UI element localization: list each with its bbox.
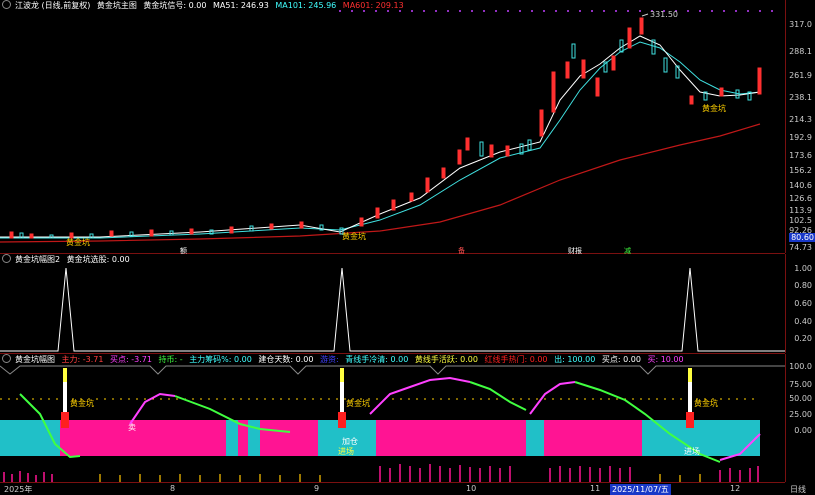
volume-bars <box>3 464 759 482</box>
y-tick: 238.1 <box>789 93 812 102</box>
sell-label: 卖 <box>128 423 136 432</box>
band-blocks <box>0 420 760 456</box>
x-label: 10 <box>466 484 477 493</box>
panel3-axis: 100.0 75.00 50.00 25.00 0.00 <box>785 354 815 482</box>
golden-pit-label-3: 黄金坑 <box>702 103 726 113</box>
entry-label-2: 进场 <box>684 447 700 456</box>
y-tick: 25.00 <box>789 410 812 419</box>
period-label[interactable]: 日线 <box>790 484 806 495</box>
x-label: 9 <box>314 484 320 493</box>
x-label: 12 <box>730 484 741 493</box>
y-tick: 261.9 <box>789 71 812 80</box>
y-tick: 156.2 <box>789 166 812 175</box>
osc-golden-pit-3: 黄金坑 <box>694 398 718 408</box>
y-tick: 0.80 <box>794 281 812 290</box>
x-label: 11 <box>590 484 601 493</box>
oscillator-chart: 黄金坑 黄金坑 黄金坑 加仓 进场 进场 卖 <box>0 365 785 482</box>
y-tick: 75.00 <box>789 380 812 389</box>
y-tick: 1.00 <box>794 264 812 273</box>
y-tick: 74.73 <box>789 243 812 252</box>
x-label: 8 <box>170 484 176 493</box>
ma601-line <box>0 123 761 243</box>
ma51-line <box>0 35 761 238</box>
add-position-label: 加仓 <box>342 436 358 446</box>
screening-panel[interactable]: 黄金坑幅图2 黄金坑选股: 0.00 <box>0 254 785 354</box>
y-tick: 113.9 <box>789 206 812 215</box>
y-tick: 0.40 <box>794 317 812 326</box>
candlestick-chart[interactable]: 331.50 黄金坑 黄金坑 黄金坑 额 备 财报 减 <box>0 0 785 255</box>
cursor-date-label: 2025/11/07/五 <box>610 484 671 495</box>
y-tick: 102.5 <box>789 216 812 225</box>
y-tick: 317.0 <box>789 20 812 29</box>
entry-label-1: 进场 <box>338 447 354 456</box>
golden-pit-label-2: 黄金坑 <box>342 231 366 241</box>
y-tick: 173.6 <box>789 151 812 160</box>
y-tick: 0.00 <box>794 426 812 435</box>
signal-line <box>0 267 785 352</box>
osc-golden-pit-1: 黄金坑 <box>70 398 94 408</box>
x-label: 2025年 <box>4 485 33 494</box>
y-tick: 192.9 <box>789 133 812 142</box>
high-price-label: 331.50 <box>650 10 678 19</box>
panel2-axis: 1.00 0.80 0.60 0.40 0.20 <box>785 254 815 353</box>
golden-pit-label-1: 黄金坑 <box>66 237 90 247</box>
y-tick: 100.0 <box>789 362 812 371</box>
top-markers <box>339 10 773 12</box>
candles <box>9 17 762 239</box>
oscillator-panel[interactable]: 黄金坑幅图 主力: -3.71 买点: -3.71 持币: - 主力筹码%: 0… <box>0 354 785 483</box>
y-tick: 0.20 <box>794 334 812 343</box>
screening-signal-chart <box>0 267 785 352</box>
osc-golden-pit-2: 黄金坑 <box>346 398 370 408</box>
current-price-box: 80.60 <box>789 233 815 242</box>
y-tick: 0.60 <box>794 299 812 308</box>
main-price-axis: 317.0 288.1 261.9 238.1 214.3 192.9 173.… <box>785 0 815 253</box>
y-tick: 126.6 <box>789 194 812 203</box>
ma101-line <box>0 41 761 239</box>
y-tick: 288.1 <box>789 47 812 56</box>
y-tick: 140.6 <box>789 181 812 190</box>
y-tick: 50.00 <box>789 394 812 403</box>
y-tick: 214.3 <box>789 115 812 124</box>
main-chart-panel[interactable]: 江波龙 (日线,前复权) 黄金坑主图 黄金坑信号: 0.00 MA51: 246… <box>0 0 785 255</box>
